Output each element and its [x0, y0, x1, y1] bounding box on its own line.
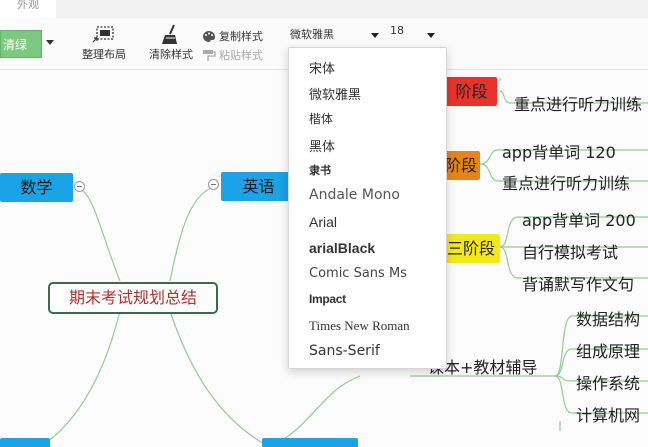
font-family-select[interactable]: 微软雅黑 [290, 26, 334, 42]
font-option-sans-serif[interactable]: Sans-Serif [309, 343, 380, 359]
arrange-layout-icon [92, 26, 114, 43]
stage-first-label: 阶段 [455, 82, 488, 101]
clear-style-label: 清除样式 [149, 48, 193, 61]
leaf-listening-2[interactable]: 重点进行听力训练 [502, 170, 630, 194]
font-option-comic-sans[interactable]: Comic Sans Ms [309, 266, 407, 281]
subject-math-node[interactable]: 数学 [0, 173, 73, 202]
arrange-layout-label: 整理布局 [82, 48, 126, 61]
font-size-caret-icon[interactable] [427, 33, 435, 38]
leaf-os[interactable]: 操作系统 [576, 370, 640, 394]
broom-icon [162, 24, 177, 44]
copy-style-label: 复制样式 [219, 30, 263, 43]
font-option-impact[interactable]: Impact [309, 292, 346, 306]
mindmap-editor: 外观 清绿 整理布局 清除样式 复制样式 粘贴样式 微软雅黑 18 阶段 阶段 … [0, 0, 648, 447]
leaf-organization[interactable]: 组成原理 [576, 338, 640, 362]
theme-button[interactable]: 清绿 [0, 30, 42, 58]
subject-english-node[interactable]: 英语 [221, 172, 296, 201]
theme-dropdown-arrow-icon[interactable] [46, 40, 54, 45]
tab-appearance[interactable]: 外观 [0, 0, 56, 18]
font-option-heiti[interactable]: 黑体 [309, 136, 335, 155]
font-option-songti[interactable]: 宋体 [309, 58, 335, 77]
font-size-select[interactable]: 18 [390, 24, 404, 37]
leaf-network[interactable]: 计算机网 [576, 402, 640, 426]
palette-icon [203, 30, 216, 42]
font-option-yahei[interactable]: 微软雅黑 [309, 84, 361, 103]
subject-bottom-right-node[interactable] [262, 438, 358, 447]
font-family-caret-icon[interactable] [371, 33, 379, 38]
copy-style-button[interactable]: 复制样式 [202, 28, 263, 44]
arrange-layout-button[interactable]: 整理布局 [78, 24, 130, 62]
leaf-essay[interactable]: 背诵默写作文句 [522, 271, 634, 295]
paint-roller-icon [203, 49, 216, 61]
subject-bottom-left-node[interactable] [0, 438, 50, 447]
clear-style-button[interactable]: 清除样式 [144, 24, 198, 62]
font-option-times-new-roman[interactable]: Times New Roman [309, 318, 410, 334]
font-size-value: 18 [390, 24, 404, 37]
leaf-vocab-200[interactable]: app背单词 200 [522, 207, 636, 231]
font-option-arial-black[interactable]: arialBlack [309, 240, 375, 256]
leaf-vocab-120[interactable]: app背单词 120 [502, 139, 616, 163]
paste-style-label: 粘贴样式 [219, 49, 263, 62]
collapse-math-icon[interactable] [74, 181, 85, 192]
font-family-dropdown: 宋体 微软雅黑 楷体 黑体 隶书 Andale Mono Arial arial… [288, 47, 447, 369]
stage-second-label: 阶段 [444, 156, 477, 175]
stage-third-label: 三阶段 [446, 239, 495, 258]
leaf-listening-1[interactable]: 重点进行听力训练 [514, 91, 642, 115]
leaf-mock-exam[interactable]: 自行模拟考试 [522, 239, 618, 263]
font-family-value: 微软雅黑 [290, 28, 334, 41]
paste-style-button[interactable]: 粘贴样式 [202, 47, 263, 63]
collapse-english-icon[interactable] [208, 179, 219, 190]
tab-bar: 外观 [0, 0, 648, 18]
font-option-arial[interactable]: Arial [309, 214, 337, 230]
font-option-kaiti[interactable]: 楷体 [309, 110, 333, 127]
leaf-data-structures[interactable]: 数据结构 [576, 306, 640, 330]
font-option-andale-mono[interactable]: Andale Mono [309, 187, 400, 203]
font-option-lishu[interactable]: 隶书 [309, 162, 331, 178]
root-node[interactable]: 期末考试规划总结 [48, 282, 218, 314]
